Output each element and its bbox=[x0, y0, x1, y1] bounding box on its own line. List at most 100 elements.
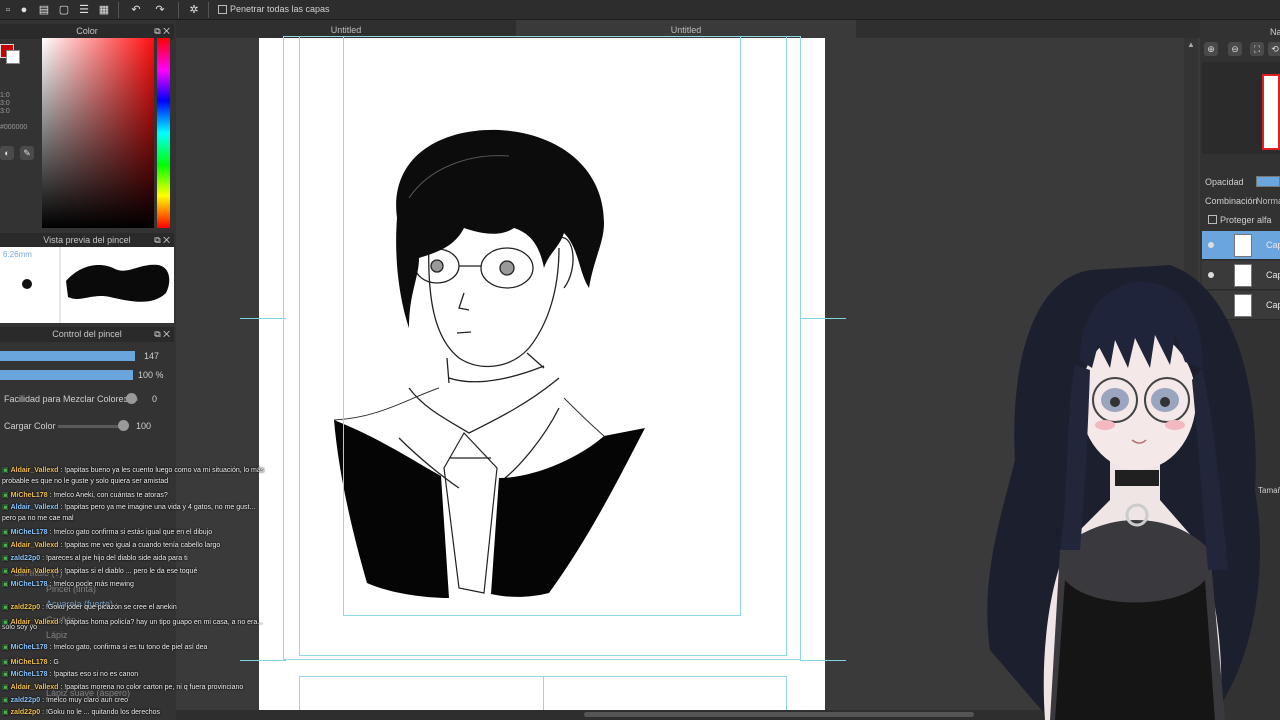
chat-username[interactable]: Aldair_Vallexd bbox=[11, 568, 59, 575]
background-color-swatch[interactable] bbox=[6, 50, 20, 64]
hex-value: #000000 bbox=[0, 124, 28, 131]
chat-message: probable es que no le guste y solo quier… bbox=[2, 478, 168, 485]
rgb-readout: 3:0 bbox=[0, 100, 10, 107]
eye-icon[interactable] bbox=[1208, 242, 1214, 248]
main-toolbar: ▫ ● ▤ ▢ ☰ ▦ ↶ ↷ ✲ Penetrar todas las cap… bbox=[0, 0, 1280, 20]
layer-opacity-slider[interactable] bbox=[1256, 176, 1280, 187]
transform-icon[interactable]: ✲ bbox=[186, 2, 202, 18]
close-icon[interactable]: ⧉ ✕ bbox=[154, 327, 170, 342]
load-color-slider[interactable] bbox=[58, 425, 126, 428]
mod-badge-icon: ▣ bbox=[2, 529, 11, 536]
brush-preview-header: Vista previa del pincel ⧉ ✕ bbox=[0, 233, 174, 248]
chat-username[interactable]: MiCheL178 bbox=[11, 492, 48, 499]
close-icon[interactable]: ⧉ ✕ bbox=[154, 233, 170, 248]
palette-icon[interactable]: ◐ bbox=[0, 146, 14, 160]
chat-icon[interactable]: ● bbox=[16, 2, 32, 18]
chat-username[interactable]: Aldair_Vallexd bbox=[11, 542, 59, 549]
chat-username[interactable]: Aldair_Vallexd bbox=[11, 684, 59, 691]
chat-text: : !Goku joder que picazón se cree el ane… bbox=[40, 604, 177, 611]
chat-username[interactable]: MiCheL178 bbox=[11, 671, 48, 678]
chat-message: ▣ MiCheL178 : !melco pocle más mewing bbox=[2, 580, 134, 588]
mod-badge-icon: ▣ bbox=[2, 619, 11, 626]
chat-message: ▣ Aldair_Vallexd : !papitas morena no co… bbox=[2, 683, 243, 691]
chat-text: : !papitas homa policía? hay un tipo gua… bbox=[58, 619, 264, 626]
chat-username[interactable]: Aldair_Vallexd bbox=[11, 619, 59, 626]
chat-username[interactable]: Aldair_Vallexd bbox=[11, 467, 59, 474]
blend-ease-value: 0 bbox=[152, 394, 158, 404]
saturation-value-field[interactable] bbox=[42, 38, 154, 228]
mod-badge-icon: ▣ bbox=[2, 684, 11, 691]
chat-text: probable es que no le guste y solo quier… bbox=[2, 478, 169, 485]
list-icon[interactable]: ☰ bbox=[76, 2, 92, 18]
chat-text: : !melco muy claro aun creo bbox=[40, 697, 129, 704]
chat-username[interactable]: Aldair_Vallexd bbox=[11, 504, 59, 511]
chat-username[interactable]: zald22p0 bbox=[11, 709, 41, 716]
eyedropper-icon[interactable]: ✎ bbox=[20, 146, 34, 160]
mod-badge-icon: ▣ bbox=[2, 659, 11, 666]
chat-message: ▣ MiCheL178 : !melco gato, confirma si e… bbox=[2, 643, 207, 651]
chat-username[interactable]: zald22p0 bbox=[11, 604, 41, 611]
drawing-canvas[interactable] bbox=[259, 36, 825, 716]
horizontal-scroll-thumb[interactable] bbox=[584, 712, 974, 717]
mod-badge-icon: ▣ bbox=[2, 467, 11, 474]
fit-view-icon[interactable]: ⛶ bbox=[1250, 42, 1264, 56]
load-color-value: 100 bbox=[136, 421, 152, 431]
chat-username[interactable]: MiCheL178 bbox=[11, 644, 48, 651]
chat-message: ▣ Aldair_Vallexd : !papitas si el diablo… bbox=[2, 567, 197, 575]
zoom-out-icon[interactable]: ⊖ bbox=[1228, 42, 1242, 56]
brush-size-slider[interactable] bbox=[0, 351, 135, 361]
zoom-in-icon[interactable]: ⊕ bbox=[1204, 42, 1218, 56]
grid-icon[interactable]: ▦ bbox=[96, 2, 112, 18]
hue-slider[interactable] bbox=[157, 38, 170, 228]
chat-text: : !papitas morena no color carton pe, ni… bbox=[58, 684, 244, 691]
chat-username[interactable]: MiCheL178 bbox=[11, 529, 48, 536]
brush-control-header: Control del pincel ⧉ ✕ bbox=[0, 327, 174, 342]
chat-text: : !papitas eso si no es canon bbox=[47, 671, 139, 678]
chat-username[interactable]: zald22p0 bbox=[11, 697, 41, 704]
chat-text: : !papitas si el diablo ... pero le da e… bbox=[58, 568, 198, 575]
load-color-handle[interactable] bbox=[118, 420, 129, 431]
toolbar-divider bbox=[178, 2, 179, 18]
chat-text: : !pareces al pie hijo del diablo side a… bbox=[40, 555, 188, 562]
penetrate-layers-checkbox[interactable] bbox=[218, 5, 227, 14]
navigator-title: Na bbox=[1270, 27, 1280, 37]
color-panel-title: Color bbox=[76, 26, 98, 36]
mod-badge-icon: ▣ bbox=[2, 709, 11, 716]
chat-message: ▣ MiCheL178 : !melco gato confirma si es… bbox=[2, 528, 212, 536]
save-icon[interactable]: ▫ bbox=[0, 2, 16, 18]
rotate-icon[interactable]: ⟲ bbox=[1268, 42, 1280, 56]
chat-message: ▣ zald22p0 : !Goku joder que picazón se … bbox=[2, 603, 177, 611]
chat-username[interactable]: MiCheL178 bbox=[11, 581, 48, 588]
chat-text: : !Goku no le ... quitando los derechos bbox=[40, 709, 160, 716]
file-icon[interactable]: ▢ bbox=[56, 2, 72, 18]
vtuber-avatar bbox=[987, 265, 1260, 720]
protect-alpha-checkbox[interactable] bbox=[1208, 215, 1217, 224]
brush-control-title: Control del pincel bbox=[52, 329, 122, 339]
chat-message: ▣ MiCheL178 : !papitas eso si no es cano… bbox=[2, 670, 138, 678]
document-icon[interactable]: ▤ bbox=[36, 2, 52, 18]
chat-username[interactable]: MiCheL178 bbox=[11, 659, 48, 666]
blend-mode-select[interactable]: Norma bbox=[1256, 196, 1280, 206]
redo-icon[interactable]: ↷ bbox=[150, 2, 170, 18]
chat-username[interactable]: zald22p0 bbox=[11, 555, 41, 562]
chat-text: pero pa no me cae mal bbox=[2, 515, 74, 522]
brush-preview-title: Vista previa del pincel bbox=[43, 235, 131, 245]
load-color-label: Cargar Color bbox=[4, 421, 56, 431]
ruler-marker bbox=[800, 660, 846, 661]
mod-badge-icon: ▣ bbox=[2, 581, 11, 588]
chat-message: ▣ zald22p0 : !Goku no le ... quitando lo… bbox=[2, 708, 160, 716]
chat-text: : !papitas bueno ya les cuento luego com… bbox=[58, 467, 265, 474]
chat-text: : !melco Aneki, con cuántas te atoras? bbox=[47, 492, 168, 499]
chat-message: ▣ Aldair_Vallexd : !papitas bueno ya les… bbox=[2, 466, 264, 474]
blend-ease-label: Facilidad para Mezclar Colores bbox=[4, 394, 129, 404]
undo-icon[interactable]: ↶ bbox=[126, 2, 146, 18]
brush-opacity-slider[interactable] bbox=[0, 370, 133, 380]
blend-ease-handle[interactable] bbox=[126, 393, 137, 404]
chat-message: ▣ Aldair_Vallexd : !papitas me veo igual… bbox=[2, 541, 220, 549]
scroll-up-icon[interactable]: ▲ bbox=[1187, 40, 1195, 49]
close-icon[interactable]: ⧉ ✕ bbox=[154, 24, 170, 39]
ruler-marker bbox=[240, 318, 286, 319]
layer-name: Cap bbox=[1266, 240, 1280, 250]
navigator-preview[interactable] bbox=[1262, 74, 1280, 150]
chat-text: : !papitas pero ya me imagine una vida y… bbox=[58, 504, 256, 511]
